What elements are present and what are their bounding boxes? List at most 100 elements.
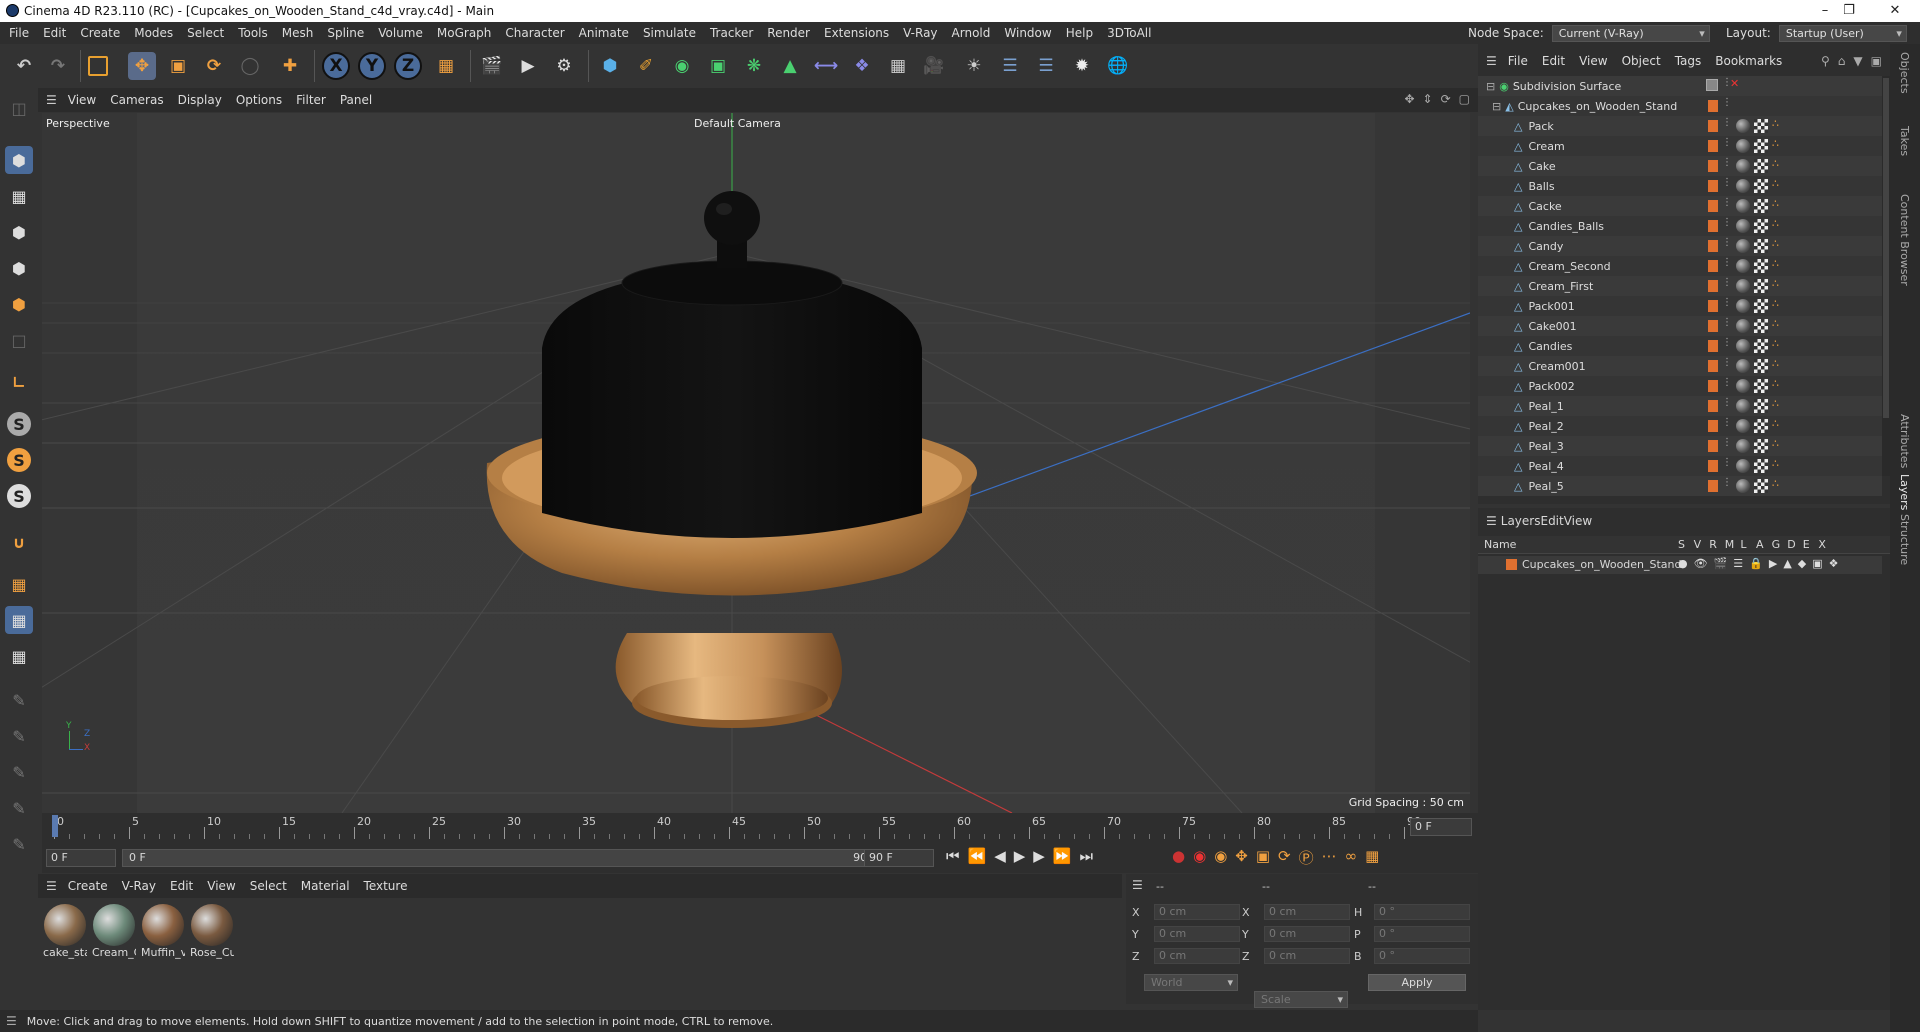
phong-tag-icon[interactable]: ∴	[1772, 117, 1779, 130]
phong-tag-icon[interactable]: ∴	[1772, 357, 1779, 370]
material-tag-icon[interactable]	[1736, 299, 1750, 313]
tree-row-peal-1[interactable]: △ Peal_1 ⋮ ∴	[1478, 396, 1882, 416]
layer-color-swatch[interactable]	[1708, 380, 1718, 392]
phong-tag-icon[interactable]: ∴	[1772, 437, 1779, 450]
coord-value-field[interactable]: 0 cm	[1154, 926, 1240, 942]
layer-col-g[interactable]: G	[1772, 538, 1781, 551]
layer-col-l[interactable]: L	[1740, 538, 1746, 551]
menu-v-ray[interactable]: V-Ray	[896, 26, 944, 40]
visibility-dots-icon[interactable]: ⋮	[1722, 357, 1732, 368]
cube-object-icon[interactable]: ⬢	[596, 52, 624, 80]
timeline-window-icon[interactable]: ▦	[1365, 847, 1379, 868]
extrude-icon[interactable]: ▣	[704, 52, 732, 80]
paint-tool-icon[interactable]: ✎	[5, 686, 33, 714]
rotate-view-icon[interactable]: ⟳	[1441, 92, 1451, 106]
layer-color-swatch[interactable]	[1708, 460, 1718, 472]
menu-extensions[interactable]: Extensions	[817, 26, 896, 40]
phong-tag-icon[interactable]: ∴	[1772, 137, 1779, 150]
cloner-icon[interactable]: ❋	[740, 52, 768, 80]
filter-icon[interactable]: ▼	[1853, 54, 1862, 68]
viewport-menu-cameras[interactable]: Cameras	[103, 93, 170, 107]
lock-icon[interactable]: 🔒	[1749, 557, 1763, 570]
uvw-tag-icon[interactable]	[1754, 299, 1768, 313]
menu-file[interactable]: File	[2, 26, 36, 40]
material-menu-create[interactable]: Create	[61, 879, 115, 893]
material-tag-icon[interactable]	[1736, 419, 1750, 433]
phong-tag-icon[interactable]: ∴	[1772, 237, 1779, 250]
layer-color-swatch[interactable]	[1708, 360, 1718, 372]
layer-menu-layers[interactable]: Layers	[1501, 514, 1541, 528]
visibility-dots-icon[interactable]: ⋮	[1722, 437, 1732, 448]
uvw-tag-icon[interactable]	[1754, 439, 1768, 453]
visible-eye-icon[interactable]: 👁	[1694, 557, 1708, 570]
tree-row-peal-5[interactable]: △ Peal_5 ⋮ ∴	[1478, 476, 1882, 496]
uvw-tag-icon[interactable]	[1754, 179, 1768, 193]
texture-mode-icon[interactable]: ▦	[5, 182, 33, 210]
timeline-ruler[interactable]: 051015202530354045505560657075808590 0 F	[42, 813, 1478, 843]
go-to-start-icon[interactable]: ⏮	[946, 847, 960, 865]
uvw-tag-icon[interactable]	[1754, 139, 1768, 153]
frame-range-slider[interactable]: 0 F 90 F	[122, 849, 884, 867]
layer-color-swatch[interactable]	[1708, 320, 1718, 332]
key-parameter-icon[interactable]: Ⓟ	[1299, 847, 1314, 868]
object-menu-tags[interactable]: Tags	[1668, 54, 1709, 68]
uvw-tag-icon[interactable]	[1754, 379, 1768, 393]
material-tag-icon[interactable]	[1736, 239, 1750, 253]
uvw-tag-icon[interactable]	[1754, 359, 1768, 373]
tree-row-group[interactable]: ⊟ ◭ Cupcakes_on_Wooden_Stand ⋮	[1478, 96, 1882, 116]
menu-modes[interactable]: Modes	[127, 26, 180, 40]
layer-col-e[interactable]: E	[1803, 538, 1810, 551]
layer-col-m[interactable]: M	[1725, 538, 1735, 551]
go-to-end-icon[interactable]: ⏭	[1080, 847, 1094, 865]
next-frame-icon[interactable]: ▶	[1033, 847, 1045, 865]
layer-color-swatch[interactable]	[1506, 559, 1517, 570]
material-swatch[interactable]: cake_sta	[43, 904, 87, 964]
python-script-icon[interactable]: ☰	[1032, 52, 1060, 80]
visibility-dots-icon[interactable]: ⋮	[1722, 257, 1732, 268]
layer-col-v[interactable]: V	[1694, 538, 1702, 551]
material-menu-edit[interactable]: Edit	[163, 879, 200, 893]
phong-tag-icon[interactable]: ∴	[1772, 177, 1779, 190]
playhead-handle[interactable]	[52, 815, 58, 837]
manager-toggle-icon[interactable]: ☰	[1733, 557, 1743, 570]
layer-col-d[interactable]: D	[1787, 538, 1795, 551]
render-view-icon[interactable]: 🎬	[478, 52, 506, 80]
material-tag-icon[interactable]	[1736, 399, 1750, 413]
visibility-dots-icon[interactable]: ⋮	[1722, 377, 1732, 388]
phong-tag-icon[interactable]: ∴	[1772, 317, 1779, 330]
coord-value-field[interactable]: 0 °	[1374, 904, 1470, 920]
phong-tag-icon[interactable]: ∴	[1772, 197, 1779, 210]
camera-icon[interactable]: 🎥	[920, 52, 948, 80]
tree-row-pack001[interactable]: △ Pack001 ⋮ ∴	[1478, 296, 1882, 316]
layer-menu-icon[interactable]: ☰	[1486, 514, 1497, 528]
visibility-dots-icon[interactable]: ⋮	[1722, 177, 1732, 188]
snap-settings-icon[interactable]: S	[7, 448, 31, 472]
material-swatch[interactable]: Cream_C	[92, 904, 136, 964]
tree-row-root[interactable]: ⊟ ◉ Subdivision Surface ⋮ ✕	[1478, 76, 1882, 96]
edges-mode-icon[interactable]: ⬢	[5, 254, 33, 282]
field-icon[interactable]: ❖	[848, 52, 876, 80]
layer-color-swatch[interactable]	[1708, 240, 1718, 252]
visibility-dots-icon[interactable]: ⋮	[1722, 277, 1732, 288]
visibility-dots-icon[interactable]: ⋮	[1722, 477, 1732, 488]
material-tag-icon[interactable]	[1736, 379, 1750, 393]
coordinate-mode-select[interactable]: Scale	[1254, 991, 1348, 1008]
3d-viewport[interactable]: Perspective Default Camera Grid Spacing …	[42, 113, 1470, 813]
visibility-dots-icon[interactable]: ⋮	[1722, 317, 1732, 328]
object-scroll-thumb[interactable]	[1883, 78, 1889, 418]
coord-value-field[interactable]: 0 cm	[1154, 948, 1240, 964]
material-tag-icon[interactable]	[1736, 439, 1750, 453]
render-toggle-icon[interactable]: 🎬	[1714, 557, 1728, 570]
layer-color-swatch[interactable]	[1708, 180, 1718, 192]
mograph-icon[interactable]: ▲	[776, 52, 804, 80]
layer-col-r[interactable]: R	[1709, 538, 1717, 551]
material-tag-icon[interactable]	[1736, 279, 1750, 293]
python-icon[interactable]: ☰	[996, 52, 1024, 80]
menu-character[interactable]: Character	[498, 26, 571, 40]
material-tag-icon[interactable]	[1736, 359, 1750, 373]
side-tab-objects[interactable]: Objects	[1898, 52, 1911, 94]
layer-menu-view[interactable]: View	[1564, 514, 1592, 528]
phong-tag-icon[interactable]: ∴	[1772, 157, 1779, 170]
uvw-tag-icon[interactable]	[1754, 259, 1768, 273]
smooth-tool-icon[interactable]: ✎	[5, 794, 33, 822]
